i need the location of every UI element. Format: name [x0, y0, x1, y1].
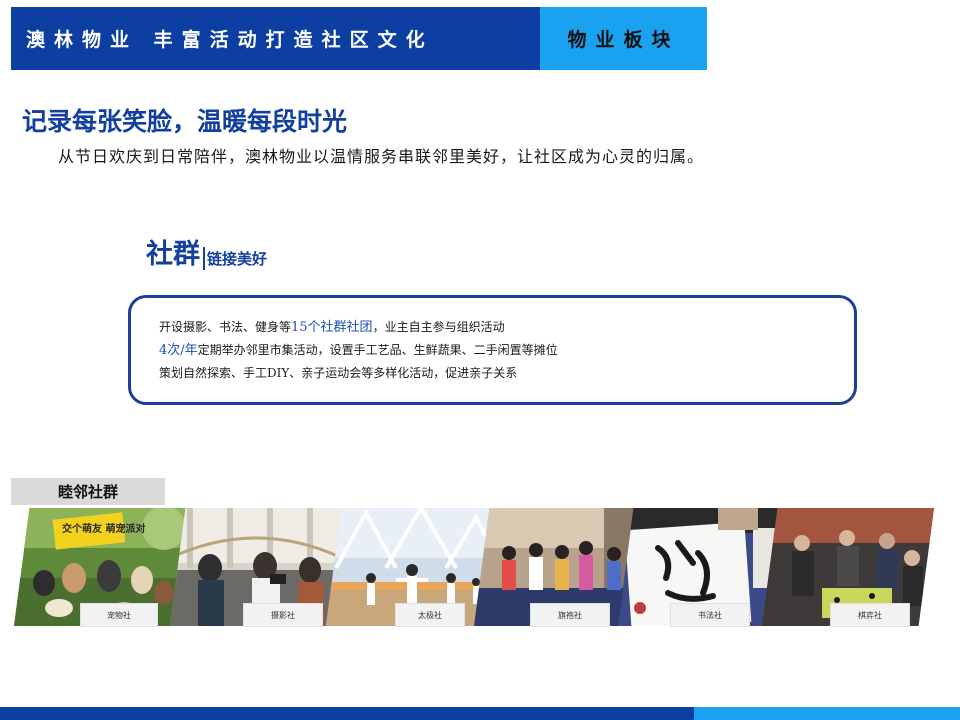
- photo-label-photography: 摄影社: [243, 603, 323, 627]
- photo-label-calligraphy: 书法社: [670, 603, 750, 627]
- footer-bar-dark: [0, 707, 694, 720]
- section-divider: [203, 247, 205, 270]
- info-box: 开设摄影、书法、健身等15个社群社团，业主自主参与组织活动 4次/年定期举办邻里…: [128, 295, 857, 405]
- section-title: 社群: [146, 239, 200, 270]
- photo-label-taichi: 太极社: [395, 603, 465, 627]
- intro-paragraph: 从节日欢庆到日常陪伴，澳林物业以温情服务串联邻里美好，让社区成为心灵的归属。: [58, 147, 705, 166]
- info-line-clubs: 开设摄影、书法、健身等15个社群社团，业主自主参与组织活动: [159, 316, 854, 339]
- photo-label-chess: 棋弈社: [830, 603, 910, 627]
- info-line2-highlight: 4次/年: [159, 343, 198, 358]
- info-line-market: 4次/年定期举办邻里市集活动，设置手工艺品、生鲜蔬果、二手闲置等摊位: [159, 339, 854, 362]
- pet-sign-text: 交个萌友 萌宠派对: [62, 522, 145, 535]
- section-subtitle: 链接美好: [207, 250, 268, 268]
- header-title-bar: 澳林物业 丰富活动打造社区文化: [11, 7, 540, 70]
- gallery-tab: 睦邻社群: [11, 478, 165, 505]
- info-line1-highlight: 15个社群社团: [291, 320, 373, 335]
- info-line2-post: 定期举办邻里市集活动，设置手工艺品、生鲜蔬果、二手闲置等摊位: [197, 343, 558, 357]
- photo-label-pet: 宠物社: [80, 603, 158, 627]
- photo-label-qipao: 旗袍社: [530, 603, 610, 627]
- gallery-tab-label: 睦邻社群: [57, 483, 118, 501]
- header-title: 澳林物业 丰富活动打造社区文化: [26, 29, 434, 51]
- header-tag-bar: 物业板块: [540, 7, 707, 70]
- info-line3: 策划自然探索、手工DIY、亲子运动会等多样化活动，促进亲子关系: [159, 366, 518, 380]
- section-heading: 社群 链接美好: [146, 238, 267, 272]
- footer-bar-light: [694, 707, 960, 720]
- info-line-activities: 策划自然探索、手工DIY、亲子运动会等多样化活动，促进亲子关系: [159, 362, 854, 384]
- info-line1-pre: 开设摄影、书法、健身等: [159, 320, 292, 334]
- info-line1-post: ，业主自主参与组织活动: [372, 320, 505, 334]
- page-title: 记录每张笑脸，温暖每段时光: [22, 107, 348, 136]
- header-tag-label: 物业板块: [567, 29, 680, 51]
